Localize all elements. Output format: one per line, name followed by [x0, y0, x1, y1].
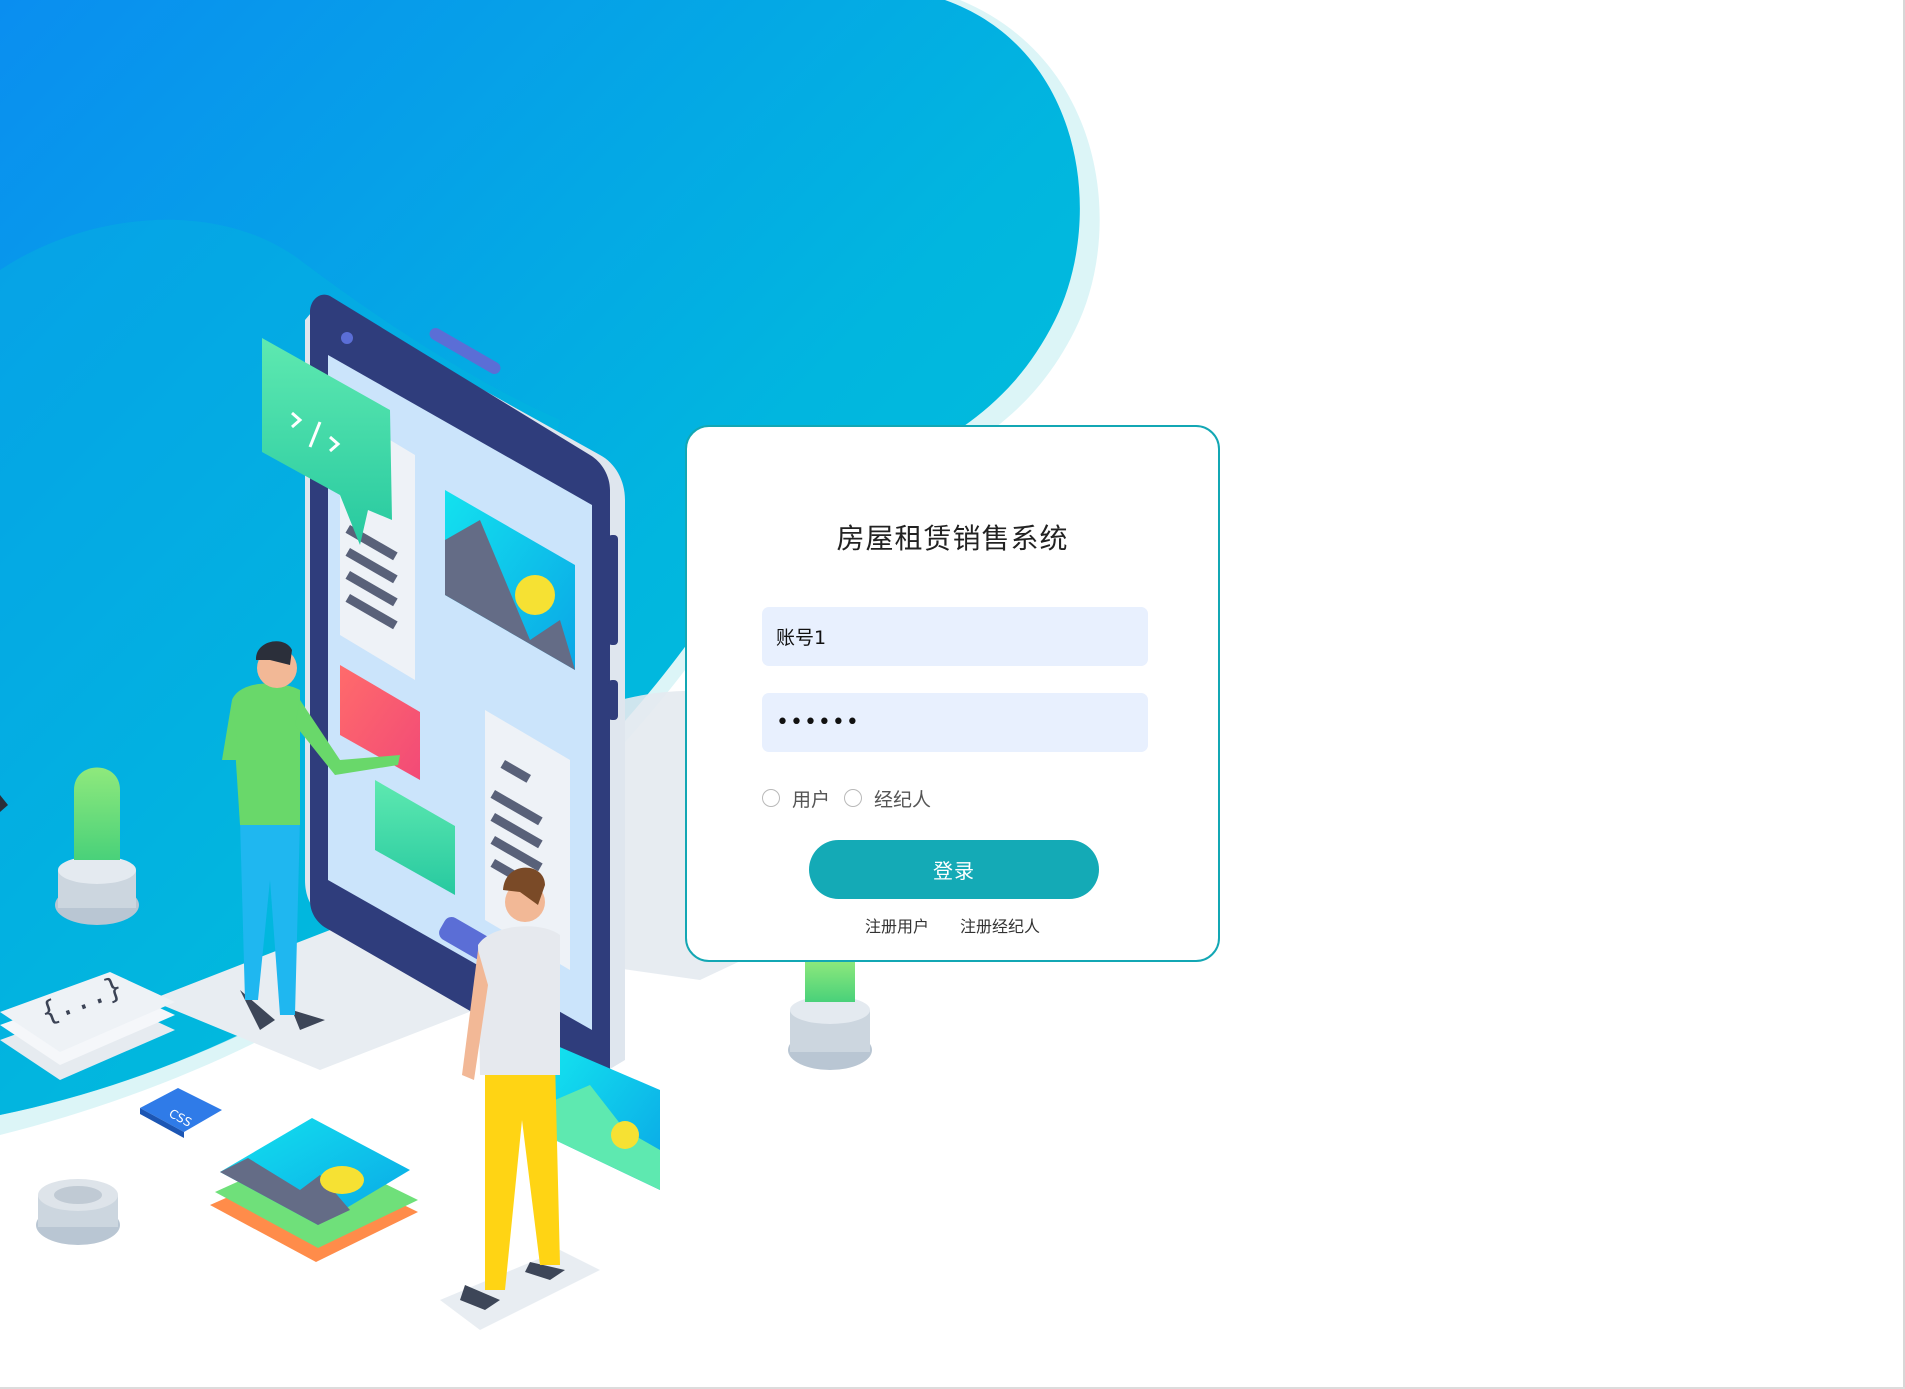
login-card: 房屋租赁销售系统 用户 经纪人 登录 注册用户 注册经纪人	[685, 425, 1220, 962]
login-page: {...} CSS 房屋租赁销售系统 账号1 •••••• 用户 经纪人 登录 …	[0, 0, 1905, 1389]
role-option-agent[interactable]: 经纪人	[844, 785, 931, 812]
account-input[interactable]	[762, 607, 1148, 666]
radio-agent-label: 经纪人	[874, 788, 932, 811]
password-input[interactable]	[762, 693, 1148, 752]
pot-bottom-left	[36, 1179, 120, 1245]
role-radio-group: 用户 经纪人	[762, 782, 945, 814]
login-button[interactable]: 登录	[809, 840, 1099, 899]
radio-user[interactable]	[762, 789, 780, 807]
register-agent-link[interactable]: 注册经纪人	[960, 917, 1040, 936]
register-links: 注册用户 注册经纪人	[687, 913, 1218, 937]
css-badge: CSS	[140, 1088, 222, 1138]
login-title: 房屋租赁销售系统	[836, 522, 1069, 555]
register-user-link[interactable]: 注册用户	[865, 917, 929, 936]
plant-right	[788, 960, 872, 1070]
radio-user-label: 用户	[792, 788, 831, 811]
radio-agent[interactable]	[844, 789, 863, 807]
image-icon	[210, 1118, 418, 1262]
role-option-user[interactable]: 用户	[762, 785, 830, 812]
